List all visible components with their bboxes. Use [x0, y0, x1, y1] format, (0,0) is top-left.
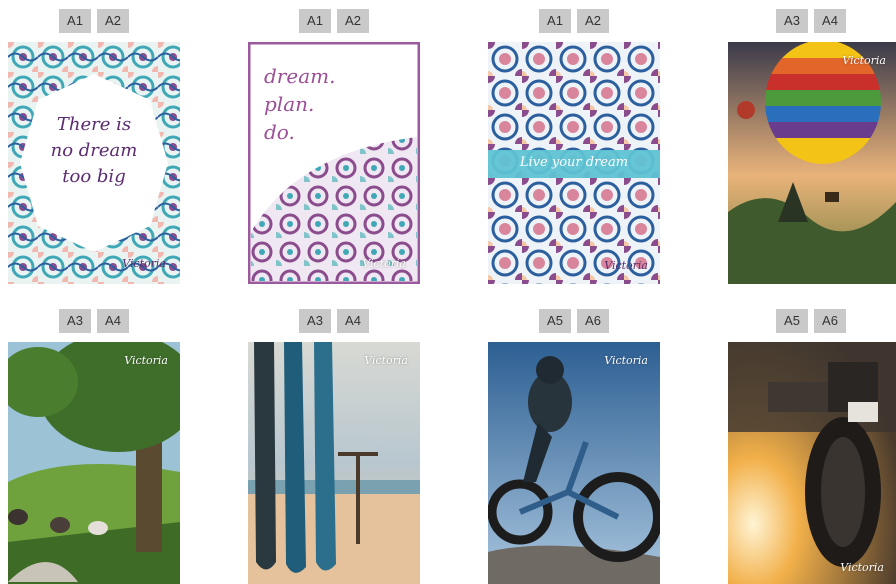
size-badge[interactable]: A5 [776, 309, 808, 333]
cover-image[interactable]: Victoria [728, 342, 896, 584]
brand-logo: Victoria [842, 54, 886, 67]
size-badge[interactable]: A2 [577, 9, 609, 33]
size-badge[interactable]: A4 [337, 309, 369, 333]
size-badge[interactable]: A1 [59, 9, 91, 33]
mountain-bike-photo [488, 342, 660, 584]
product-card[interactable]: A1 A2 There is no dream too big Victoria [4, 9, 184, 284]
product-card[interactable]: A3 A4 Victoria [244, 309, 424, 584]
size-badge[interactable]: A2 [337, 9, 369, 33]
size-badges: A1 A2 [4, 9, 184, 33]
brand-logo: Victoria [604, 354, 648, 367]
product-card[interactable]: A1 A2 Live your dream Victoria [484, 9, 664, 284]
balloon-photo [728, 42, 896, 284]
brand-logo: Victoria [604, 259, 648, 272]
size-badge[interactable]: A4 [97, 309, 129, 333]
cover-image[interactable]: Live your dream Victoria [488, 42, 660, 284]
size-badge[interactable]: A1 [539, 9, 571, 33]
size-badges: A5 A6 [724, 309, 896, 333]
size-badge[interactable]: A2 [97, 9, 129, 33]
size-badge[interactable]: A6 [577, 309, 609, 333]
cover-image[interactable]: Victoria [488, 342, 660, 584]
cover-image[interactable]: Victoria [8, 342, 180, 584]
size-badges: A3 A4 [4, 309, 184, 333]
size-badges: A5 A6 [484, 309, 664, 333]
size-badge[interactable]: A3 [59, 309, 91, 333]
size-badge[interactable]: A1 [299, 9, 331, 33]
size-badge[interactable]: A3 [299, 309, 331, 333]
cover-image[interactable]: There is no dream too big Victoria [8, 42, 180, 284]
brand-logo: Victoria [364, 354, 408, 367]
product-card[interactable]: A3 A4 Victoria [724, 9, 896, 284]
brand-logo: Victoria [362, 257, 406, 270]
landscape-photo [8, 342, 180, 584]
size-badges: A1 A2 [484, 9, 664, 33]
size-badges: A1 A2 [244, 9, 424, 33]
cover-quote: dream. plan. do. [264, 64, 336, 144]
cover-image[interactable]: Victoria [248, 342, 420, 584]
product-card[interactable]: A5 A6 Victoria [724, 309, 896, 584]
size-badge[interactable]: A4 [814, 9, 846, 33]
size-badge[interactable]: A6 [814, 309, 846, 333]
product-card[interactable]: A3 A4 Victoria [4, 309, 184, 584]
size-badge[interactable]: A5 [539, 309, 571, 333]
cover-image[interactable]: dream. plan. do. Victoria [248, 42, 420, 284]
surfboards-photo [248, 342, 420, 584]
size-badges: A3 A4 [724, 9, 896, 33]
cover-image[interactable]: Victoria [728, 42, 896, 284]
cover-quote: There is no dream too big [50, 114, 138, 187]
size-badge[interactable]: A3 [776, 9, 808, 33]
cover-quote: Live your dream [519, 155, 629, 170]
brand-logo: Victoria [840, 561, 884, 574]
product-card[interactable]: A5 A6 Victoria [484, 309, 664, 584]
motorcycle-photo [728, 342, 896, 584]
brand-logo: Victoria [122, 257, 166, 270]
brand-logo: Victoria [124, 354, 168, 367]
size-badges: A3 A4 [244, 309, 424, 333]
product-card[interactable]: A1 A2 dream. plan. do. Victoria [244, 9, 424, 284]
